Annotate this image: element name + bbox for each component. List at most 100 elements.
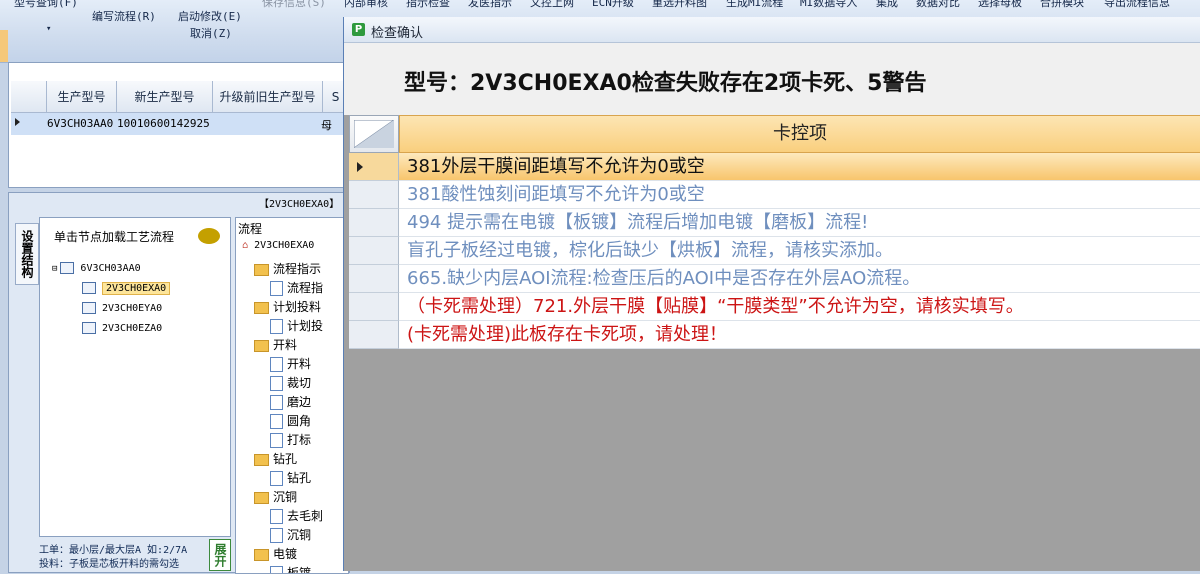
ribbon-tab[interactable]: 导出流程信息 xyxy=(1104,0,1170,10)
grid-corner xyxy=(11,81,47,113)
row-pointer-icon xyxy=(15,118,20,126)
flow-node-label: 沉铜 xyxy=(287,528,312,542)
table-row[interactable]: 665.缺少内层AOI流程:检查压后的AOI中是否存在外层AO流程。 xyxy=(349,265,1200,293)
flow-step[interactable]: 打标 xyxy=(270,431,311,448)
flow-step[interactable]: 开料 xyxy=(270,355,311,372)
node-icon xyxy=(82,302,96,314)
ribbon-tab[interactable]: ECN升级 xyxy=(592,0,634,10)
table-row[interactable]: （卡死需处理）721.外层干膜【贴膜】“干膜类型”不允许为空，请核实填写。 xyxy=(349,293,1200,321)
tree-node[interactable]: 2V3CH0EZA0 xyxy=(82,322,162,334)
control-item-cell[interactable]: 494 提示需在电镀【板镀】流程后增加电镀【磨板】流程! xyxy=(399,209,1200,237)
dialog-header: 型号：2V3CH0EXA0检查失败存在2项卡死、5警告 xyxy=(344,43,1200,115)
footer-line1: 工单：最小层/最大层A 如:2/7A xyxy=(39,545,188,556)
collapse-icon[interactable]: ⊟ xyxy=(52,264,57,274)
vertical-tab[interactable]: 设置结构 xyxy=(15,223,39,285)
save-info-button[interactable]: 保存信息(S) xyxy=(262,0,326,10)
tree-root[interactable]: ⊟ 6V3CH03AA0 xyxy=(52,262,141,274)
ribbon-tab[interactable]: 文控上网 xyxy=(530,0,574,10)
control-item-cell[interactable]: (卡死需处理)此板存在卡死项，请处理！ xyxy=(399,321,1200,349)
flow-node-label: 圆角 xyxy=(287,414,312,428)
tree-node[interactable]: 2V3CH0EYA0 xyxy=(82,302,162,314)
control-item-cell[interactable]: 381酸性蚀刻间距填写不允许为0或空 xyxy=(399,181,1200,209)
ribbon-tab[interactable]: 集成 xyxy=(876,0,898,10)
flow-folder[interactable]: 钻孔 xyxy=(254,450,297,467)
flow-step[interactable]: 去毛刺 xyxy=(270,507,323,524)
ribbon-tab[interactable]: 重选开料图 xyxy=(652,0,707,10)
folder-icon xyxy=(254,548,269,561)
control-item-cell[interactable]: 381外层干膜间距填写不允许为0或空 xyxy=(399,153,1200,181)
row-header[interactable] xyxy=(349,209,399,237)
home-icon: ⌂ xyxy=(242,240,249,251)
flow-folder[interactable]: 流程指示 xyxy=(254,260,321,277)
flow-step[interactable]: 钻孔 xyxy=(270,469,311,486)
flow-step[interactable]: 磨边 xyxy=(270,393,311,410)
app-icon: P xyxy=(352,23,365,36)
column-header-control-item[interactable]: 卡控项 xyxy=(399,115,1200,153)
folder-icon xyxy=(254,491,269,504)
cell-new-model: 10010600142925 xyxy=(117,117,210,130)
flow-step[interactable]: 流程指 xyxy=(270,279,323,296)
flow-folder[interactable]: 计划投料 xyxy=(254,298,321,315)
flow-folder[interactable]: 沉铜 xyxy=(254,488,297,505)
model-query-button[interactable]: 型号查询(F) xyxy=(14,0,78,10)
flow-step[interactable]: 板镀 xyxy=(270,564,312,574)
row-header[interactable] xyxy=(349,293,399,321)
folder-icon xyxy=(254,339,269,352)
flow-node-label: 板镀 xyxy=(287,566,312,574)
document-icon xyxy=(270,471,283,486)
expand-button[interactable]: 展开 xyxy=(209,539,231,571)
table-row[interactable]: 盲孔子板经过电镀，棕化后缺少【烘板】流程，请核实添加。 xyxy=(349,237,1200,265)
document-icon xyxy=(270,395,283,410)
table-row[interactable]: 381外层干膜间距填写不允许为0或空 xyxy=(349,153,1200,181)
control-item-cell[interactable]: （卡死需处理）721.外层干膜【贴膜】“干膜类型”不允许为空，请核实填写。 xyxy=(399,293,1200,321)
ribbon-tab[interactable]: 生成MI流程 xyxy=(726,0,783,10)
flow-folder[interactable]: 开料 xyxy=(254,336,297,353)
flow-node-label: 裁切 xyxy=(287,376,312,390)
flow-node-label: 钻孔 xyxy=(287,471,312,485)
start-modify-button[interactable]: 启动修改(E) xyxy=(178,8,242,24)
cell-model: 6V3CH03AA0 xyxy=(47,117,114,130)
tree-node[interactable]: 2V3CH0EXA0 xyxy=(82,282,171,295)
flow-node-label: 钻孔 xyxy=(273,452,298,466)
ribbon-tab[interactable]: 数据对比 xyxy=(916,0,960,10)
cancel-button[interactable]: 取消(Z) xyxy=(190,25,232,41)
table-row[interactable]: 381酸性蚀刻间距填写不允许为0或空 xyxy=(349,181,1200,209)
flow-step[interactable]: 沉铜 xyxy=(270,526,311,543)
row-header[interactable] xyxy=(349,237,399,265)
folder-icon xyxy=(254,301,269,314)
chevron-down-icon[interactable]: ▾ xyxy=(46,24,51,34)
check-confirm-dialog: P 检查确认 型号：2V3CH0EXA0检查失败存在2项卡死、5警告 卡控项 3… xyxy=(343,17,1200,571)
ribbon-tab[interactable]: MI数据导入 xyxy=(800,0,857,10)
flow-step[interactable]: 计划投 xyxy=(270,317,323,334)
document-icon xyxy=(270,281,283,296)
table-row[interactable]: 494 提示需在电镀【板镀】流程后增加电镀【磨板】流程! xyxy=(349,209,1200,237)
control-item-cell[interactable]: 665.缺少内层AOI流程:检查压后的AOI中是否存在外层AO流程。 xyxy=(399,265,1200,293)
grid-header-model[interactable]: 生产型号 xyxy=(47,81,117,113)
row-header[interactable] xyxy=(349,181,399,209)
ribbon-tab[interactable]: 内部审核 xyxy=(344,0,388,10)
dialog-titlebar[interactable]: P 检查确认 xyxy=(344,17,1200,43)
row-header[interactable] xyxy=(349,321,399,349)
ribbon-tab[interactable]: 指示检查 xyxy=(406,0,450,10)
footer-line2: 投料：子板是芯板开料的需勾选 xyxy=(39,559,179,570)
table-row[interactable]: (卡死需处理)此板存在卡死项，请处理！ xyxy=(349,321,1200,349)
row-header[interactable] xyxy=(349,153,399,181)
panel-tab-caption[interactable]: 【2V3CH0EXA0】 xyxy=(259,195,339,210)
edit-flow-button[interactable]: 编写流程(R) xyxy=(92,8,156,24)
ribbon-tab[interactable]: 发医指示 xyxy=(468,0,512,10)
row-header[interactable] xyxy=(349,265,399,293)
grid-header-old-model[interactable]: 升级前旧生产型号 xyxy=(213,81,323,113)
corner-triangle-icon xyxy=(354,120,394,148)
table-row[interactable]: 6V3CH03AA0 10010600142925 母 xyxy=(11,113,347,135)
structure-panel: 【2V3CH0EXA0】 设置结构 单击节点加载工艺流程 ⊟ 6V3CH03AA0… xyxy=(8,192,350,574)
grid-header-new-model[interactable]: 新生产型号 xyxy=(117,81,213,113)
flow-root[interactable]: ⌂ 2V3CH0EXA0 xyxy=(242,240,314,251)
flow-step[interactable]: 圆角 xyxy=(270,412,311,429)
select-all-corner[interactable] xyxy=(349,115,399,153)
flow-node-label: 电镀 xyxy=(273,547,298,561)
flow-folder[interactable]: 电镀 xyxy=(254,545,297,562)
ribbon-tab[interactable]: 选择母板 xyxy=(978,0,1022,10)
flow-step[interactable]: 裁切 xyxy=(270,374,311,391)
control-item-cell[interactable]: 盲孔子板经过电镀，棕化后缺少【烘板】流程，请核实添加。 xyxy=(399,237,1200,265)
ribbon-tab[interactable]: 合拼模块 xyxy=(1040,0,1084,10)
